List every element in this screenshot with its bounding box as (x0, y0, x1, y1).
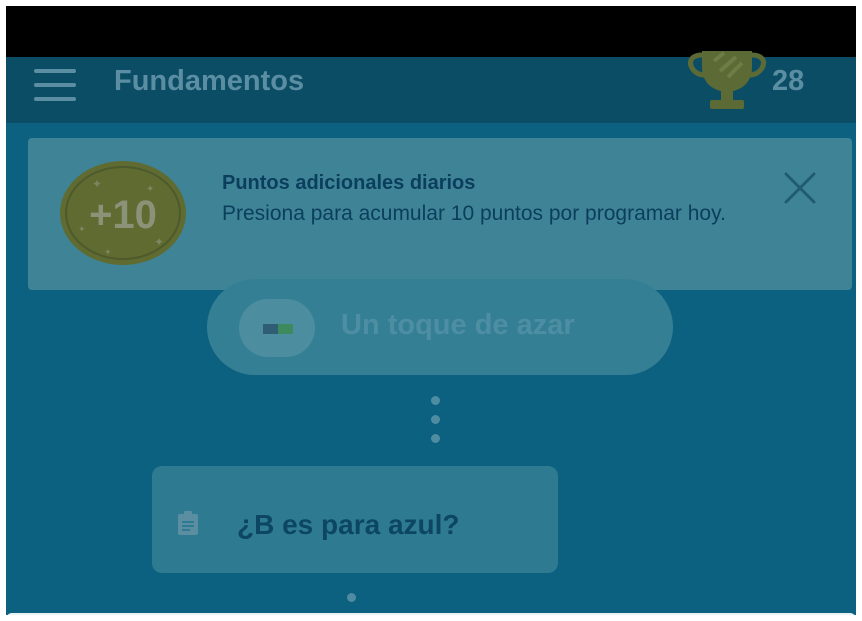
clipboard-icon (178, 511, 198, 535)
path-connector-dot (347, 593, 356, 602)
trophy-icon (687, 51, 767, 109)
lesson-card-label: ¿B es para azul? (237, 509, 460, 540)
lesson-node-label: Un toque de azar (341, 309, 575, 341)
svg-text:✦: ✦ (104, 247, 112, 257)
app-bar: Fundamentos 28 (6, 51, 856, 123)
lesson-card-b-es-para-azul[interactable]: ¿B es para azul? (152, 466, 558, 573)
path-connector-dot (431, 415, 440, 424)
svg-text:✦: ✦ (154, 235, 164, 249)
hamburger-menu-icon[interactable] (34, 69, 76, 103)
bottom-sheet-edge (6, 613, 856, 615)
daily-bonus-banner[interactable]: +10 ✦ ✦ ✦ ✦ ✦ Puntos adicionales diarios… (28, 138, 852, 290)
close-icon[interactable] (780, 168, 820, 208)
flag-icon (239, 299, 315, 357)
banner-title: Puntos adicionales diarios (222, 172, 476, 194)
path-connector-dot (431, 396, 440, 405)
svg-text:✦: ✦ (78, 224, 86, 234)
plus-ten-badge-icon: +10 ✦ ✦ ✦ ✦ ✦ (60, 161, 186, 265)
app-screen: Fundamentos 28 +10 ✦ ✦ ✦ ✦ ✦ Puntos adic… (6, 6, 856, 615)
score-count: 28 (772, 65, 805, 97)
lesson-node-un-toque-de-azar[interactable]: Un toque de azar (207, 279, 673, 375)
svg-text:✦: ✦ (146, 184, 154, 195)
status-bar (6, 6, 856, 57)
svg-text:✦: ✦ (92, 177, 102, 191)
page-title: Fundamentos (114, 65, 305, 97)
badge-label: +10 (89, 193, 157, 237)
banner-description: Presiona para acumular 10 puntos por pro… (222, 202, 726, 225)
path-connector-dot (431, 434, 440, 443)
